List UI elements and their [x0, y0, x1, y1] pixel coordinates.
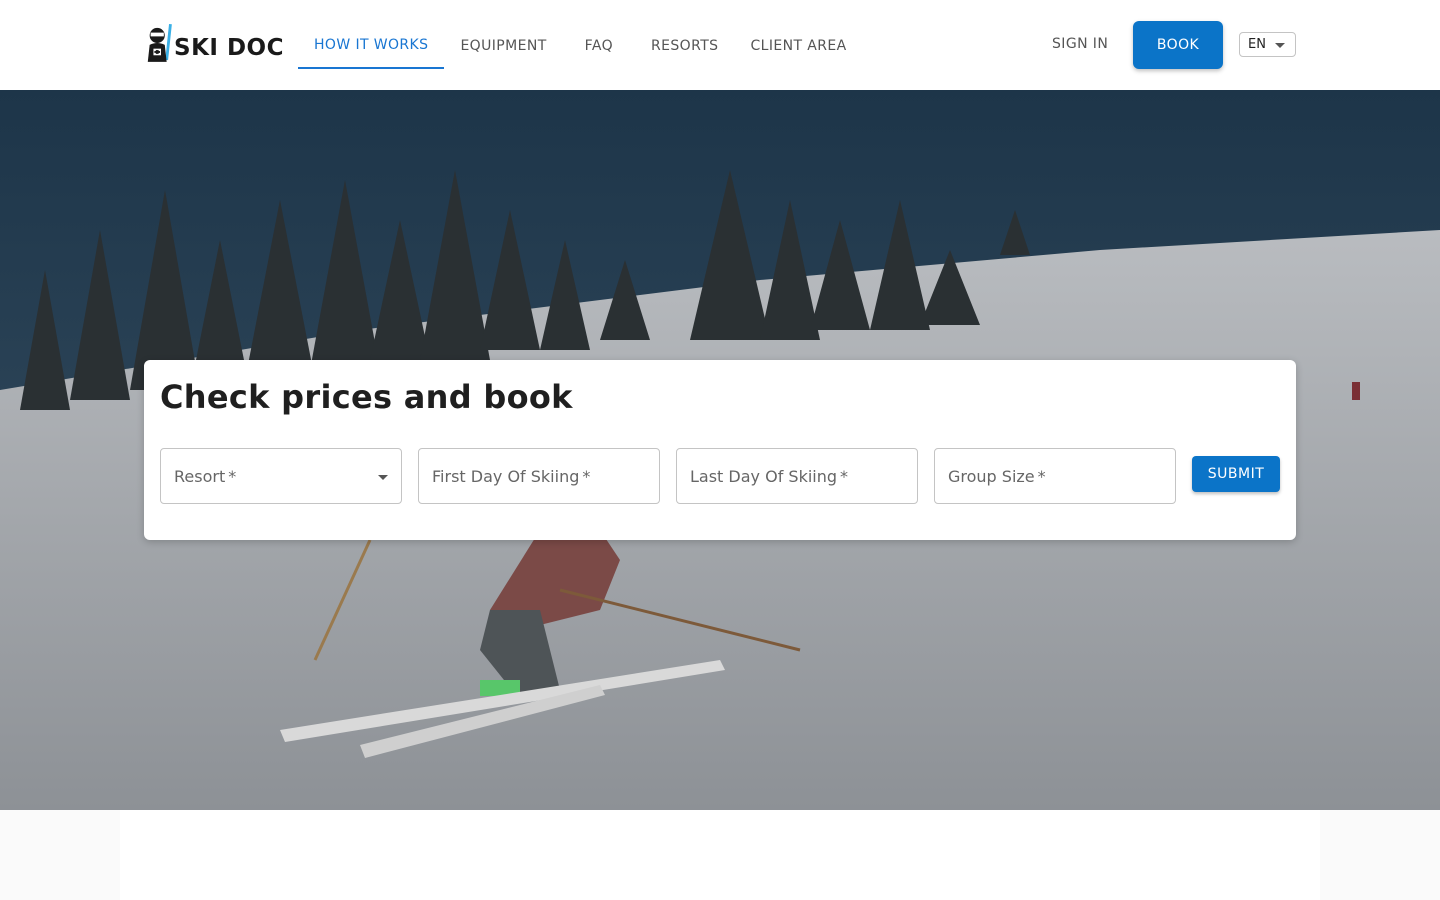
booking-card: Check prices and book Resort * First Day …	[144, 360, 1296, 540]
language-value: EN	[1248, 37, 1266, 52]
site-header: SKI DOC HOW IT WORKS EQUIPMENT FAQ RESOR…	[0, 0, 1440, 90]
group-size-field[interactable]: Group Size *	[934, 448, 1176, 504]
required-mark: *	[1037, 466, 1046, 486]
submit-button[interactable]: SUBMIT	[1192, 456, 1280, 492]
chevron-down-icon	[378, 475, 388, 480]
chevron-down-icon	[1275, 43, 1285, 48]
required-mark: *	[228, 466, 237, 486]
sign-in-link[interactable]: SIGN IN	[1040, 22, 1120, 66]
resort-label: Resort	[174, 466, 226, 486]
main-nav: HOW IT WORKS EQUIPMENT FAQ RESORTS CLIEN…	[298, 22, 863, 69]
content-section	[120, 810, 1320, 900]
required-mark: *	[582, 466, 591, 486]
resort-select[interactable]: Resort *	[160, 448, 402, 504]
nav-how-it-works[interactable]: HOW IT WORKS	[298, 22, 445, 69]
nav-equipment[interactable]: EQUIPMENT	[444, 22, 562, 69]
nav-resorts[interactable]: RESORTS	[635, 22, 734, 69]
logo-wordmark: SKI DOC	[174, 35, 284, 61]
nav-client-area[interactable]: CLIENT AREA	[734, 22, 862, 69]
nav-faq[interactable]: FAQ	[569, 22, 629, 69]
group-size-label: Group Size	[948, 466, 1035, 486]
language-select[interactable]: EN	[1239, 32, 1296, 57]
booking-title: Check prices and book	[160, 378, 573, 416]
required-mark: *	[840, 466, 849, 486]
skier-mascot-icon	[147, 23, 172, 62]
first-day-field[interactable]: First Day Of Skiing *	[418, 448, 660, 504]
first-day-label: First Day Of Skiing	[432, 466, 580, 486]
last-day-label: Last Day Of Skiing	[690, 466, 838, 486]
logo[interactable]: SKI DOC	[144, 20, 284, 66]
book-button[interactable]: BOOK	[1133, 21, 1223, 69]
last-day-field[interactable]: Last Day Of Skiing *	[676, 448, 918, 504]
